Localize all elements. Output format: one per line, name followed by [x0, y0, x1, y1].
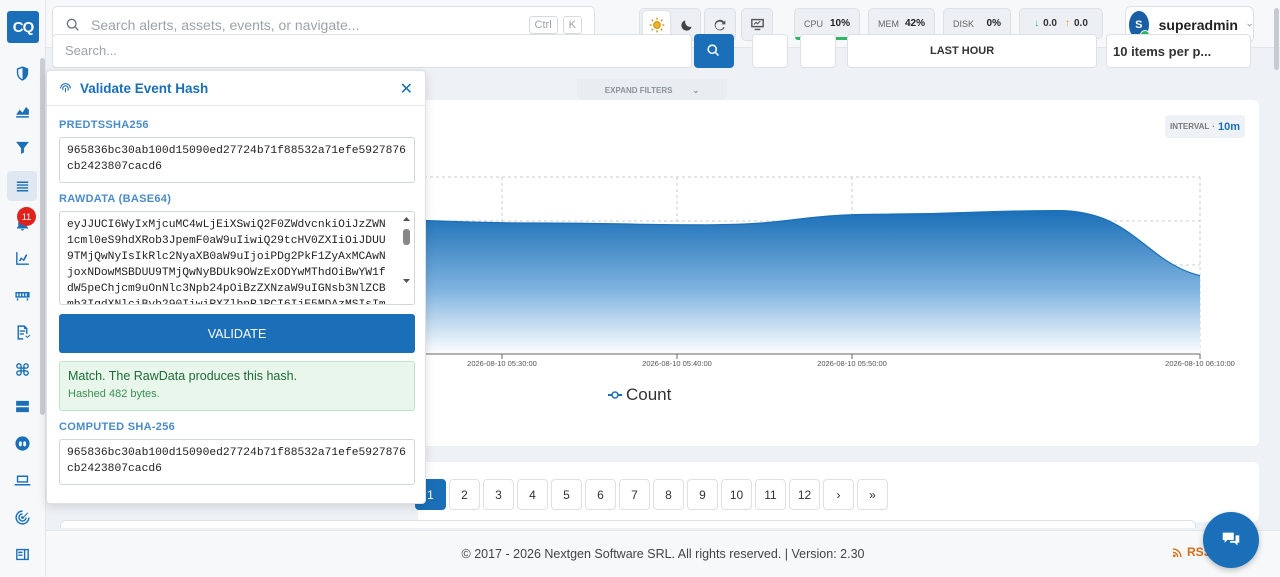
page-scrollbar[interactable]: [1274, 8, 1279, 70]
laptop-icon[interactable]: [7, 465, 37, 495]
page-button-3[interactable]: 3: [483, 479, 514, 510]
sidebar: CQ 11: [0, 0, 46, 577]
events-chart: 2026-08-10 05:30:00 2026-08-10 05:40:00 20…: [418, 176, 1235, 368]
filter-bar: Search...: [52, 34, 734, 68]
fingerprint-icon: [60, 82, 71, 92]
search-icon: [66, 18, 79, 31]
computed-field[interactable]: 965836bc30ab100d15090ed27724b71f88532a71…: [59, 439, 415, 485]
rss-icon: [1172, 547, 1182, 557]
pagination: 1 2 3 4 5 6 7 8 9 10 11 12 ›»: [415, 479, 888, 510]
arrow-down-icon: ↓: [1034, 18, 1040, 29]
server-icon[interactable]: [7, 391, 37, 421]
time-range-select[interactable]: LAST HOUR: [847, 34, 1097, 68]
net-down-value: 0.0: [1043, 18, 1057, 29]
rawdata-label: RAWDATA (BASE64): [59, 193, 172, 205]
filter-search-input[interactable]: Search...: [52, 34, 692, 68]
command-icon[interactable]: [7, 354, 37, 384]
rawdata-scrollbar[interactable]: [400, 213, 413, 305]
network-icon[interactable]: [7, 280, 37, 310]
panel-title: Validate Event Hash: [80, 80, 209, 96]
page-button-6[interactable]: 6: [585, 479, 616, 510]
count-area: [418, 210, 1200, 354]
panel-icon[interactable]: [7, 539, 37, 569]
app-logo[interactable]: CQ: [7, 11, 39, 43]
net-up-value: 0.0: [1074, 18, 1088, 29]
close-icon[interactable]: ✕: [400, 79, 413, 99]
page-button-5[interactable]: 5: [551, 479, 582, 510]
last-page-button[interactable]: »: [857, 479, 888, 510]
page-button-11[interactable]: 11: [755, 479, 786, 510]
layout-button[interactable]: [752, 34, 788, 68]
filter-icon[interactable]: [7, 132, 37, 162]
list-icon[interactable]: [7, 171, 37, 201]
chevron-down-icon: [1247, 23, 1252, 26]
chat-button[interactable]: [1203, 512, 1259, 568]
footer: © 2017 - 2026 Nextgen Software SRL. All …: [46, 530, 1280, 577]
notification-badge: 11: [17, 207, 36, 226]
shield-icon[interactable]: [7, 58, 37, 88]
disk-label: DISK: [953, 18, 975, 29]
page-size-value: 10 items per p...: [1113, 44, 1212, 59]
result-detail: Hashed 482 bytes.: [68, 388, 160, 400]
chevron-down-icon: ⌄: [692, 85, 700, 95]
panel-header: Validate Event Hash ✕: [47, 71, 425, 106]
validation-result: Match. The RawData produces this hash. H…: [59, 361, 415, 411]
predts-field[interactable]: 965836bc30ab100d15090ed27724b71f88532a71…: [59, 137, 415, 183]
page-button-8[interactable]: 8: [653, 479, 684, 510]
footer-text: © 2017 - 2026 Nextgen Software SRL. All …: [461, 547, 865, 561]
validate-button[interactable]: VALIDATE: [59, 314, 415, 353]
page-button-7[interactable]: 7: [619, 479, 650, 510]
page-button-4[interactable]: 4: [517, 479, 548, 510]
bot-icon[interactable]: [7, 428, 37, 458]
cpu-value: 10%: [829, 18, 850, 29]
radar-icon[interactable]: [7, 502, 37, 532]
page-button-9[interactable]: 9: [687, 479, 718, 510]
chart-icon[interactable]: [7, 95, 37, 125]
save-filter-button[interactable]: [800, 34, 836, 68]
arrow-up-icon: ↑: [1065, 18, 1070, 29]
x-tick-label: 2026-08-10 05:40:00: [642, 359, 712, 368]
expand-filters-label: EXPAND FILTERS: [604, 85, 673, 95]
legend-label: Count: [626, 385, 672, 404]
x-tick-label: 2026-08-10 06:10:00: [1165, 359, 1235, 368]
x-tick-label: 2026-08-10 05:30:00: [467, 359, 537, 368]
chart-legend[interactable]: Count: [608, 385, 671, 405]
user-name: superadmin: [1158, 16, 1238, 33]
rawdata-field[interactable]: eyJJUCI6WyIxMjcuMC4wLjEiXSwiQ2F0ZWdvcnki…: [59, 211, 415, 305]
chat-icon: [1222, 532, 1240, 546]
mem-value: 42%: [904, 18, 925, 29]
expand-filters-toggle[interactable]: EXPAND FILTERS ⌄: [577, 79, 727, 101]
report-icon[interactable]: [7, 317, 37, 347]
page-button-10[interactable]: 10: [721, 479, 752, 510]
page-size-select[interactable]: 10 items per p...: [1106, 34, 1251, 68]
mem-label: MEM: [878, 18, 899, 29]
sidebar-scrollbar[interactable]: [40, 58, 45, 415]
time-range-value: LAST HOUR: [930, 45, 995, 57]
disk-value: 0%: [986, 18, 1001, 29]
cpu-label: CPU: [804, 18, 824, 29]
activity-icon[interactable]: [7, 243, 37, 273]
result-title: Match. The RawData produces this hash.: [68, 369, 298, 383]
legend-marker-icon: [608, 391, 622, 399]
next-page-button[interactable]: ›: [823, 479, 854, 510]
search-icon: [707, 44, 720, 57]
validate-hash-panel: Validate Event Hash ✕ PREDTSSHA256 96583…: [46, 70, 426, 504]
page-button-2[interactable]: 2: [449, 479, 480, 510]
filter-search-button[interactable]: [694, 34, 734, 68]
kbd-ctrl: Ctrl: [528, 16, 558, 34]
results-table: [60, 520, 1196, 528]
kbd-k: K: [562, 16, 582, 34]
page-button-12[interactable]: 12: [789, 479, 820, 510]
predts-label: PREDTSSHA256: [59, 119, 149, 131]
x-tick-label: 2026-08-10 05:50:00: [817, 359, 887, 368]
computed-label: COMPUTED SHA-256: [59, 421, 176, 433]
